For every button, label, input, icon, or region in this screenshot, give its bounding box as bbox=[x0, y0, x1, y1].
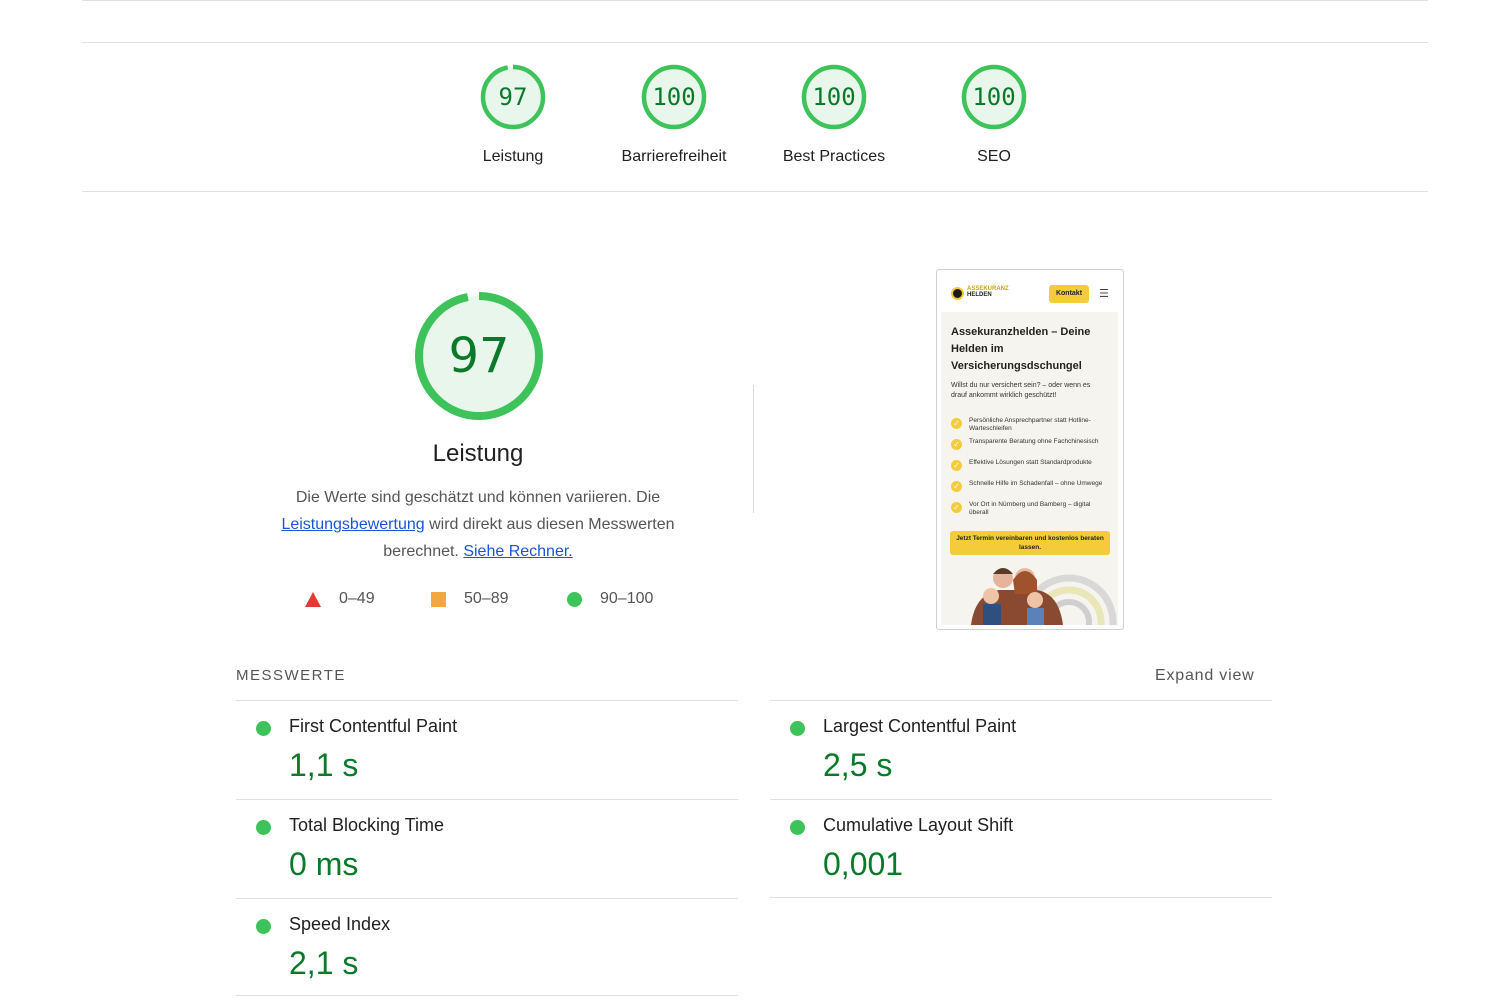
triangle-icon bbox=[305, 591, 321, 607]
gauge-score: 97 bbox=[498, 83, 528, 111]
legend-fail: 0–49 bbox=[305, 590, 375, 608]
vertical-divider bbox=[753, 385, 754, 513]
metric-value: 0 ms bbox=[289, 846, 359, 882]
screenshot-subline: Willst du nur versichert sein? – oder we… bbox=[951, 382, 1091, 399]
performance-title: Leistung bbox=[432, 440, 524, 467]
metric-speed-index: Speed Index 2,1 s bbox=[236, 899, 716, 997]
gauge-score: 100 bbox=[972, 83, 1016, 111]
performance-gauge: 97 bbox=[413, 290, 545, 422]
metric-name: Cumulative Layout Shift bbox=[823, 815, 1014, 835]
list-item-text: Vor Ort in Nürnberg und Bamberg – digita… bbox=[969, 501, 1091, 516]
check-icon: ✓ bbox=[951, 481, 962, 492]
gauge-score: 100 bbox=[812, 83, 856, 111]
gauge-ring: 100 bbox=[801, 64, 867, 130]
brand-line: HELDEN bbox=[967, 292, 992, 298]
metric-name: Speed Index bbox=[289, 914, 391, 934]
metric-name: Largest Contentful Paint bbox=[823, 716, 1017, 736]
score-link[interactable]: Leistungsbewertung bbox=[281, 516, 424, 533]
hamburger-icon: ☰ bbox=[1099, 288, 1109, 300]
screenshot-content: ASSEKURANZ HELDEN Kontakt ☰ Assekuranzhe… bbox=[941, 274, 1118, 625]
legend-pass: 90–100 bbox=[567, 590, 653, 608]
pass-icon bbox=[256, 721, 271, 736]
gauge-score: 100 bbox=[652, 83, 696, 111]
metric-value: 1,1 s bbox=[289, 747, 359, 783]
screenshot-cta: Jetzt Termin vereinbaren und kostenlos b… bbox=[950, 531, 1110, 555]
list-item: ✓ Effektive Lösungen statt Standardproduk… bbox=[951, 459, 1111, 480]
gauge-best-practices[interactable]: 100 Best Practices bbox=[764, 64, 904, 166]
metrics-heading: MESSWERTE bbox=[236, 667, 346, 684]
header-divider bbox=[82, 42, 1428, 43]
screenshot-headline: Assekuranzhelden – Deine Helden im Versi… bbox=[951, 326, 1091, 372]
performance-score: 97 bbox=[448, 328, 510, 384]
list-item-text: Schnelle Hilfe im Schadenfall – ohne Umw… bbox=[969, 480, 1103, 487]
check-icon: ✓ bbox=[951, 460, 962, 471]
pass-icon bbox=[256, 820, 271, 835]
list-item: ✓ Persönliche Ansprechpartner statt Hotli… bbox=[951, 417, 1111, 438]
gauge-ring: 97 bbox=[480, 64, 546, 130]
gauge-label: SEO bbox=[977, 148, 1011, 165]
metric-cls: Cumulative Layout Shift 0,001 bbox=[770, 800, 1250, 898]
legend-range: 50–89 bbox=[464, 590, 509, 607]
gauge-label: Leistung bbox=[482, 148, 544, 165]
gauge-ring: 100 bbox=[641, 64, 707, 130]
description-text: Die Werte sind geschätzt und können vari… bbox=[295, 489, 661, 506]
metric-tbt: Total Blocking Time 0 ms bbox=[236, 800, 716, 898]
check-icon: ✓ bbox=[951, 418, 962, 429]
gauge-label: Best Practices bbox=[782, 148, 886, 165]
gauge-ring: 100 bbox=[961, 64, 1027, 130]
metric-divider bbox=[770, 897, 1272, 898]
screenshot-benefits: ✓ Persönliche Ansprechpartner statt Hotli… bbox=[951, 417, 1111, 522]
list-item-text: Persönliche Ansprechpartner statt Hotlin… bbox=[969, 417, 1091, 432]
legend-range: 0–49 bbox=[339, 590, 375, 607]
legend-range: 90–100 bbox=[600, 590, 654, 607]
gauge-seo[interactable]: 100 SEO bbox=[924, 64, 1064, 166]
gauges-divider bbox=[82, 191, 1428, 192]
square-icon bbox=[431, 591, 446, 607]
family-photo bbox=[941, 560, 1118, 625]
circle-icon bbox=[567, 591, 582, 607]
final-screenshot[interactable]: ASSEKURANZ HELDEN Kontakt ☰ Assekuranzhe… bbox=[936, 269, 1124, 630]
performance-description: Die Werte sind geschätzt und können vari… bbox=[252, 484, 704, 565]
check-icon: ✓ bbox=[951, 439, 962, 450]
screenshot-header: ASSEKURANZ HELDEN Kontakt ☰ bbox=[941, 274, 1118, 312]
list-item-text: Effektive Lösungen statt Standardprodukt… bbox=[969, 459, 1092, 466]
pass-icon bbox=[790, 820, 805, 835]
list-item: ✓ Transparente Beratung ohne Fachchinesis… bbox=[951, 438, 1111, 459]
gauge-performance[interactable]: 97 Leistung bbox=[443, 64, 583, 166]
calculator-link[interactable]: Siehe Rechner. bbox=[463, 543, 572, 560]
logo-icon bbox=[951, 287, 964, 300]
legend-average: 50–89 bbox=[431, 590, 509, 608]
metric-divider bbox=[236, 995, 738, 996]
list-item: ✓ Vor Ort in Nürnberg und Bamberg – digit… bbox=[951, 501, 1111, 522]
metric-name: Total Blocking Time bbox=[289, 815, 445, 835]
check-icon: ✓ bbox=[951, 502, 962, 513]
gauge-accessibility[interactable]: 100 Barrierefreiheit bbox=[604, 64, 744, 166]
metric-fcp: First Contentful Paint 1,1 s bbox=[236, 701, 716, 799]
pass-icon bbox=[256, 919, 271, 934]
top-divider bbox=[82, 0, 1428, 1]
metric-value: 0,001 bbox=[823, 846, 904, 882]
list-item: ✓ Schnelle Hilfe im Schadenfall – ohne Um… bbox=[951, 480, 1111, 501]
contact-button: Kontakt bbox=[1049, 285, 1089, 303]
pass-icon bbox=[790, 721, 805, 736]
gauge-label: Barrierefreiheit bbox=[621, 148, 727, 165]
screenshot-brand: ASSEKURANZ HELDEN bbox=[967, 286, 1017, 298]
metric-name: First Contentful Paint bbox=[289, 716, 458, 736]
expand-view-toggle[interactable]: Expand view bbox=[1155, 667, 1255, 685]
metric-value: 2,1 s bbox=[289, 945, 359, 981]
list-item-text: Transparente Beratung ohne Fachchinesisc… bbox=[969, 438, 1099, 445]
metric-lcp: Largest Contentful Paint 2,5 s bbox=[770, 701, 1250, 799]
metric-value: 2,5 s bbox=[823, 747, 893, 783]
